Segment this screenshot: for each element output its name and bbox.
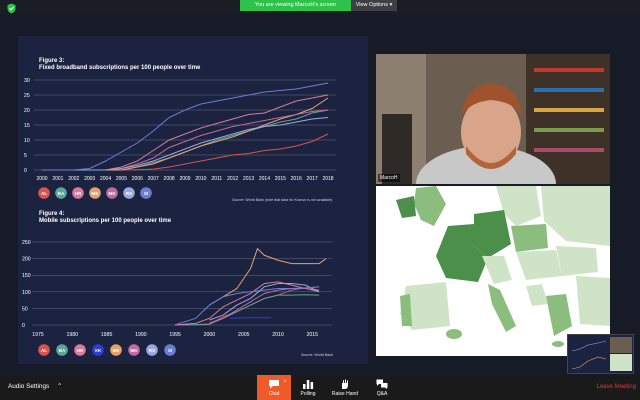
polling-button[interactable]: Polling [291,375,325,400]
chart1-x-tick: 2012 [227,176,238,182]
chart1-y-tick: 20 [24,108,30,114]
chevron-up-icon: ⌃ [57,383,63,390]
chart2-legend-label: XK [95,348,102,353]
chart2-legend-label: MK [130,348,138,353]
chart1-y-tick: 25 [24,93,30,99]
chart2-x-tick: 1975 [32,332,44,338]
view-options-button[interactable]: View Options ▾ [351,0,397,11]
chart1-legend-label: BA [58,191,65,196]
chart1-x-tick: 2005 [116,176,127,182]
chart1-x-tick: 2014 [259,176,270,182]
participant-name: MarcoH [378,174,400,182]
screen-share-banner: You are viewing MarcoH's screen View Opt… [240,0,397,11]
qa-button[interactable]: Q&A [365,375,399,400]
participant-video-frame [376,54,610,184]
chart2-legend-label: HR [77,348,84,353]
chart2-series-ba [175,294,320,326]
chart1-legend-label: HR [75,191,82,196]
chart2-legend-label: BA [59,348,66,353]
chart2-x-tick: 1995 [169,332,181,338]
audio-settings-label: Audio Settings [8,383,50,390]
meeting-toolbar: Audio Settings ⌃ 4 Chat Polling Raise Ha… [0,375,640,400]
chart2-x-tick: 1990 [135,332,147,338]
chevron-down-icon: ▾ [389,2,393,8]
chart1-x-tick: 2016 [291,176,302,182]
chart1-x-tick: 2011 [211,176,222,182]
chart2-legend-label: ME [113,348,120,353]
chart2-legend-label: RS [149,348,155,353]
chart2-y-tick: 150 [22,273,31,279]
chat-button[interactable]: 4 Chat [257,375,291,400]
chart2-y-tick: 100 [22,290,31,296]
screen-share-area: Figure 3: Fixed broadband subscriptions … [0,14,640,375]
chart1-legend-label: AL [41,191,47,196]
chart1-x-tick: 2008 [164,176,175,182]
participant-video: MarcoH [376,54,610,184]
chart2-x-tick: 1985 [101,332,113,338]
chart1-legend-label: SI [144,191,148,196]
chart1-x-tick: 2001 [52,176,63,182]
chart1-y-tick: 0 [24,168,27,174]
self-view-thumbnail[interactable] [567,334,634,374]
europe-map [376,186,610,356]
chart1-x-tick: 2009 [179,176,190,182]
chart2-legend-label: AL [41,348,47,353]
chart1-x-tick: 2018 [322,176,333,182]
raise-hand-label: Raise Hand [331,391,359,397]
chart2-legend-label: SI [168,348,172,353]
chart2-x-tick: 2000 [204,332,216,338]
chart1-y-tick: 10 [24,138,30,144]
leave-meeting-button[interactable]: Leave Meeting [597,384,636,390]
qa-icon [376,379,388,389]
chart1-y-tick: 30 [24,78,30,84]
chart1-series-rs [42,117,329,171]
chart2-x-tick: 2010 [272,332,284,338]
zoom-window: Figure 3: Fixed broadband subscriptions … [0,0,640,400]
europe-map-drawing [376,186,610,356]
raise-hand-icon [342,379,348,389]
chat-icon [269,380,279,389]
qa-label: Q&A [376,391,388,397]
chat-label: Chat [268,391,280,397]
chart2-series-si [174,286,320,326]
chart1-x-tick: 2015 [275,176,286,182]
encryption-shield-icon[interactable] [7,3,16,14]
chart2-y-tick: 0 [22,323,25,329]
chart2-y-tick: 250 [22,240,31,246]
chart1-x-tick: 2002 [68,176,79,182]
chart1-x-tick: 2004 [100,176,111,182]
polling-label: Polling [300,391,316,397]
chart1-x-tick: 2003 [84,176,95,182]
polling-icon [303,380,314,389]
chart2-y-tick: 200 [22,257,31,263]
presentation-slide: Figure 3: Fixed broadband subscriptions … [18,36,368,364]
view-options-label: View Options [355,2,388,8]
chart1-legend-label: MK [108,191,116,196]
chart1-x-tick: 2010 [195,176,206,182]
chart2-x-tick: 1980 [67,332,79,338]
chart2-x-tick: 2015 [307,332,319,338]
chart1-x-tick: 2017 [307,176,318,182]
chart1-legend-label: RS [126,191,132,196]
self-view-frame [568,335,633,373]
chart1-legend-label: ME [92,191,99,196]
chart1-series-hr [42,94,329,171]
chat-badge: 4 [283,378,286,383]
chart2-y-tick: 50 [22,306,28,312]
chart1-x-tick: 2013 [243,176,254,182]
audio-settings-button[interactable]: Audio Settings ⌃ [8,382,62,390]
chart1-y-tick: 15 [24,123,30,129]
chart1-x-tick: 2007 [148,176,159,182]
chart1-series-si [42,82,329,171]
chart2-series-me [209,247,327,306]
raise-hand-button[interactable]: Raise Hand [328,375,362,400]
line-charts: 0510152025302000 2001 2002 2003 2004 2005 2006… [22,78,336,356]
chart2-series-xk [229,317,272,319]
screen-share-message: You are viewing MarcoH's screen [240,0,351,11]
chart1-x-tick: 2000 [36,176,47,182]
chart1-x-tick: 2006 [132,176,143,182]
chart1-y-tick: 5 [24,153,27,159]
chart2-x-tick: 2005 [238,332,250,338]
